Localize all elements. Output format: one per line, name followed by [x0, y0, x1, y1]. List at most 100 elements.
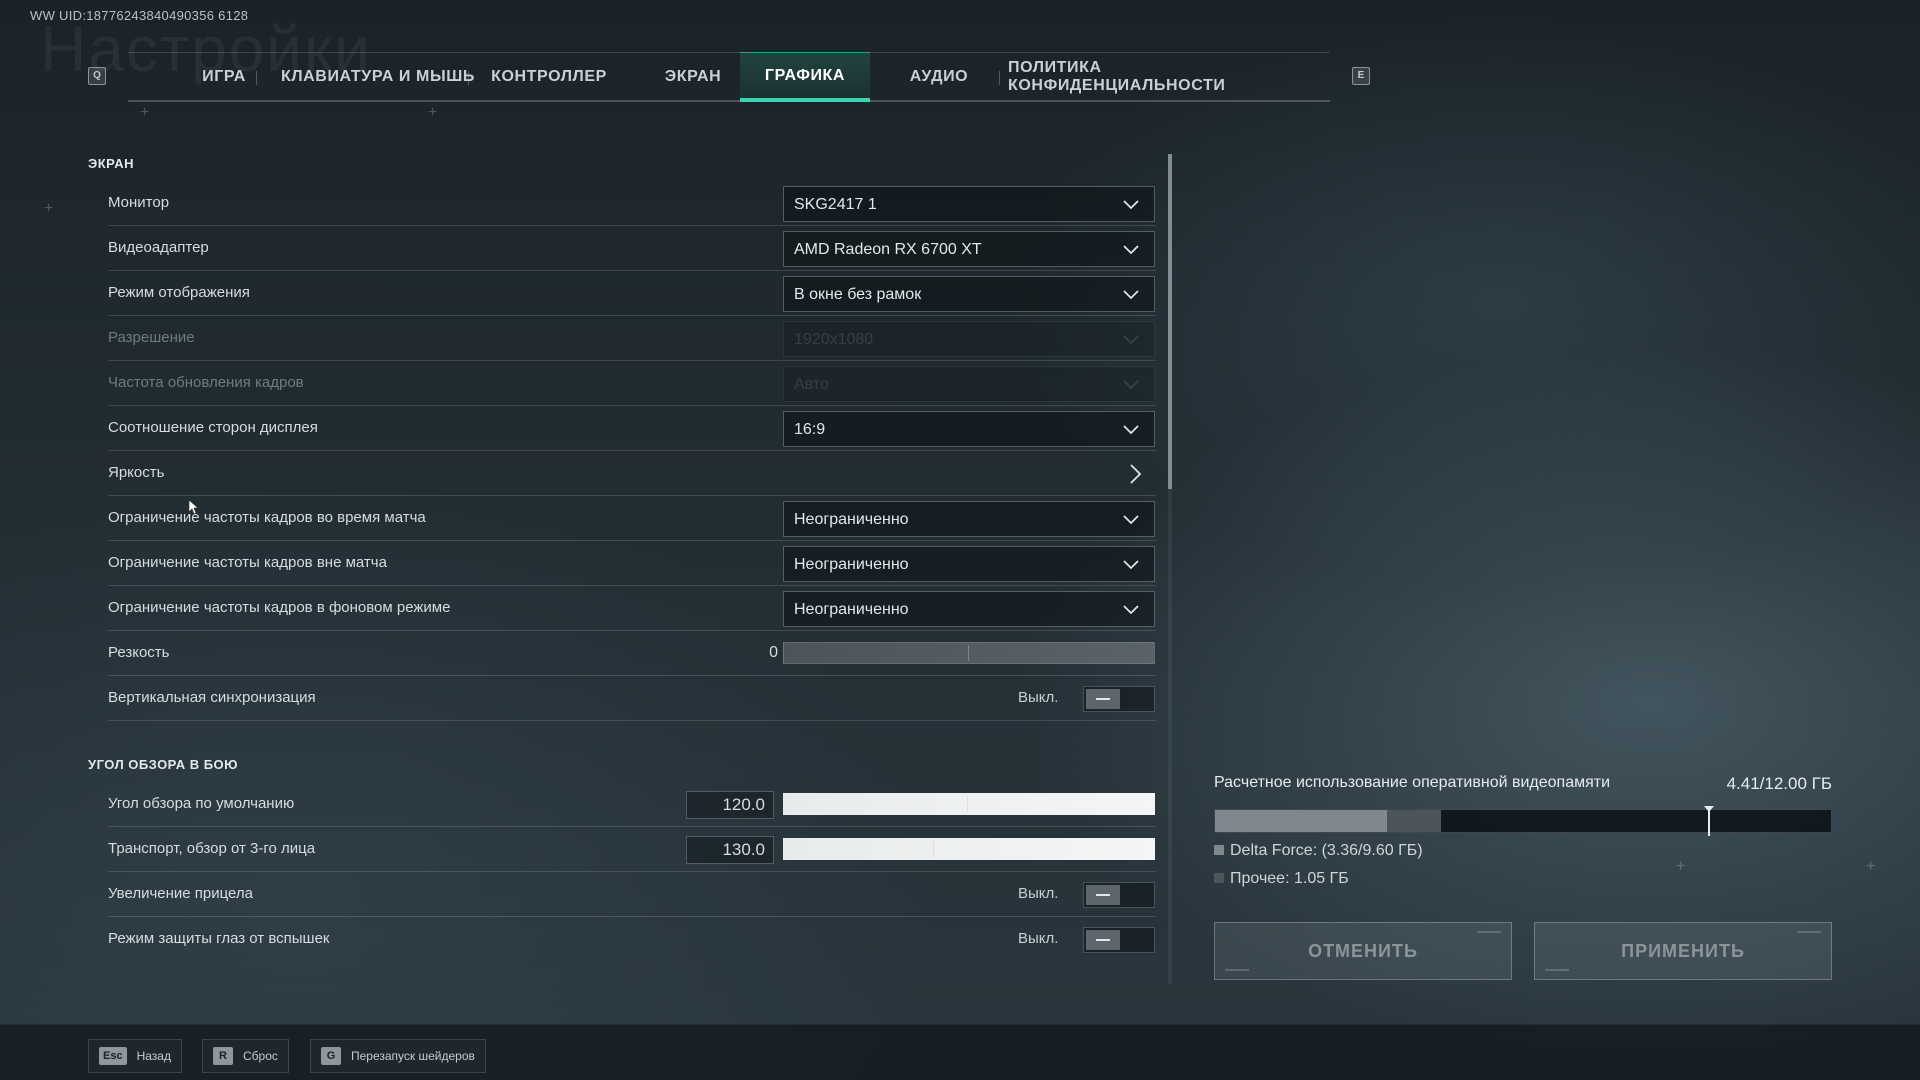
setting-label: Ограничение частоты кадров вне матча	[108, 554, 387, 571]
scope-zoom-toggle[interactable]	[1083, 882, 1155, 908]
display-mode-dropdown[interactable]: В окне без рамок	[783, 276, 1155, 312]
cancel-button[interactable]: ОТМЕНИТЬ	[1214, 922, 1512, 980]
flash-protect-toggle[interactable]	[1083, 927, 1155, 953]
setting-row-vehicle-fov: Транспорт, обзор от 3-го лица 130.0	[108, 828, 1156, 872]
toggle-state-text: Выкл.	[1018, 689, 1059, 706]
restart-shaders-button[interactable]: G Перезапуск шейдеров	[310, 1039, 486, 1073]
chevron-down-icon	[1123, 335, 1139, 345]
chevron-down-icon	[1123, 200, 1139, 210]
tab-keyboard-mouse[interactable]: КЛАВИАТУРА И МЫШЬ	[262, 53, 494, 101]
section-title-fov: УГОЛ ОБЗОРА В БОЮ	[88, 757, 239, 772]
scrollbar-thumb[interactable]	[1168, 154, 1172, 489]
dropdown-value: Неограниченно	[794, 556, 909, 573]
chevron-down-icon	[1123, 605, 1139, 615]
legend-swatch	[1214, 873, 1224, 883]
setting-row-adapter: Видеоадаптер AMD Radeon RX 6700 XT	[108, 227, 1156, 271]
chevron-down-icon	[1123, 380, 1139, 390]
setting-row-flash-protect: Режим защиты глаз от вспышек Выкл.	[108, 918, 1156, 962]
settings-scrollbar[interactable]	[1168, 154, 1172, 984]
setting-label: Режим отображения	[108, 284, 250, 301]
slider-tick	[968, 645, 969, 661]
tab-privacy[interactable]: ПОЛИТИКА КОНФИДЕНЦИАЛЬНОСТИ	[1008, 53, 1320, 101]
fps-background-dropdown[interactable]: Неограниченно	[783, 591, 1155, 627]
setting-row-sharpness: Резкость 0	[108, 632, 1156, 676]
chevron-down-icon	[1123, 290, 1139, 300]
resolution-dropdown: 1920x1080	[783, 321, 1155, 357]
section-title-screen: ЭКРАН	[88, 156, 134, 171]
decor-cross: +	[428, 104, 438, 121]
tab-graphics[interactable]: ГРАФИКА	[740, 52, 870, 102]
legend-text: Прочее: 1.05 ГБ	[1230, 870, 1349, 887]
setting-label: Видеоадаптер	[108, 239, 209, 256]
aspect-ratio-dropdown[interactable]: 16:9	[783, 411, 1155, 447]
vram-usage-bar	[1214, 806, 1832, 836]
toggle-knob	[1086, 689, 1120, 709]
default-fov-input[interactable]: 120.0	[686, 791, 774, 819]
chevron-down-icon	[1123, 245, 1139, 255]
next-tab-key[interactable]: E	[1352, 67, 1370, 85]
setting-row-scope-zoom: Увеличение прицела Выкл.	[108, 873, 1156, 917]
vram-usage-value: 4.41/12.00 ГБ	[1726, 774, 1832, 793]
decor-cross: +	[44, 200, 54, 217]
tab-bar: ИГРА КЛАВИАТУРА И МЫШЬ КОНТРОЛЛЕР ЭКРАН …	[128, 52, 1330, 102]
setting-row-fps-background: Ограничение частоты кадров в фоновом реж…	[108, 587, 1156, 631]
refresh-rate-dropdown: Авто	[783, 366, 1155, 402]
monitor-dropdown[interactable]: SKG2417 1	[783, 186, 1155, 222]
legend-text: Delta Force: (3.36/9.60 ГБ)	[1230, 842, 1423, 859]
sharpness-slider[interactable]	[783, 642, 1155, 664]
setting-label: Режим защиты глаз от вспышек	[108, 930, 330, 947]
tab-separator	[256, 71, 257, 85]
mouse-cursor-icon	[189, 500, 199, 514]
prev-tab-key[interactable]: Q	[88, 67, 106, 85]
toggle-knob	[1086, 930, 1120, 950]
dropdown-value: SKG2417 1	[794, 196, 877, 213]
vsync-toggle[interactable]	[1083, 686, 1155, 712]
vehicle-fov-input[interactable]: 130.0	[686, 836, 774, 864]
key-hint: Esc	[99, 1047, 127, 1065]
dropdown-value: Неограниченно	[794, 511, 909, 528]
setting-label: Ограничение частоты кадров в фоновом реж…	[108, 599, 451, 616]
dropdown-value: Неограниченно	[794, 601, 909, 618]
decor-cross: +	[1866, 858, 1876, 875]
tab-separator	[468, 71, 469, 85]
legend-swatch	[1214, 845, 1224, 855]
hint-label: Сброс	[243, 1049, 278, 1063]
fps-outside-dropdown[interactable]: Неограниченно	[783, 546, 1155, 582]
footer-bar: Esc Назад R Сброс G Перезапуск шейдеров	[0, 1024, 1920, 1080]
toggle-knob	[1086, 885, 1120, 905]
hint-label: Назад	[136, 1049, 171, 1063]
apply-button[interactable]: ПРИМЕНИТЬ	[1534, 922, 1832, 980]
tab-screen[interactable]: ЭКРАН	[628, 53, 758, 101]
tab-audio[interactable]: АУДИО	[876, 53, 1002, 101]
vram-legend-game: Delta Force: (3.36/9.60 ГБ)	[1214, 842, 1423, 860]
slider-tick	[933, 841, 934, 857]
setting-row-vsync: Вертикальная синхронизация Выкл.	[108, 677, 1156, 721]
default-fov-slider[interactable]	[783, 793, 1155, 815]
tab-controller[interactable]: КОНТРОЛЛЕР	[474, 53, 624, 101]
vehicle-fov-slider[interactable]	[783, 838, 1155, 860]
toggle-state-text: Выкл.	[1018, 930, 1059, 947]
setting-label: Вертикальная синхронизация	[108, 689, 316, 706]
hint-label: Перезапуск шейдеров	[351, 1049, 475, 1063]
setting-row-brightness[interactable]: Яркость	[108, 452, 1156, 496]
vram-game-segment	[1215, 810, 1388, 832]
adapter-dropdown[interactable]: AMD Radeon RX 6700 XT	[783, 231, 1155, 267]
setting-label: Соотношение сторон дисплея	[108, 419, 318, 436]
sharpness-value: 0	[769, 644, 778, 661]
chevron-right-icon[interactable]	[1126, 463, 1144, 485]
fps-match-dropdown[interactable]: Неограниченно	[783, 501, 1155, 537]
dropdown-value: Авто	[794, 376, 829, 393]
vram-title: Расчетное использование оперативной виде…	[1214, 774, 1611, 791]
setting-row-fps-match: Ограничение частоты кадров во время матч…	[108, 497, 1156, 541]
reset-button[interactable]: R Сброс	[202, 1039, 289, 1073]
setting-row-resolution: Разрешение 1920x1080	[108, 317, 1156, 361]
back-button[interactable]: Esc Назад	[88, 1039, 182, 1073]
dropdown-value: AMD Radeon RX 6700 XT	[794, 241, 982, 258]
dropdown-value: 16:9	[794, 421, 826, 438]
setting-label: Монитор	[108, 194, 170, 211]
vram-other-segment	[1387, 810, 1442, 832]
setting-row-fps-outside: Ограничение частоты кадров вне матча Нео…	[108, 542, 1156, 586]
vram-legend-other: Прочее: 1.05 ГБ	[1214, 870, 1349, 888]
setting-label: Ограничение частоты кадров во время матч…	[108, 509, 426, 526]
dropdown-value: 1920x1080	[794, 331, 874, 348]
